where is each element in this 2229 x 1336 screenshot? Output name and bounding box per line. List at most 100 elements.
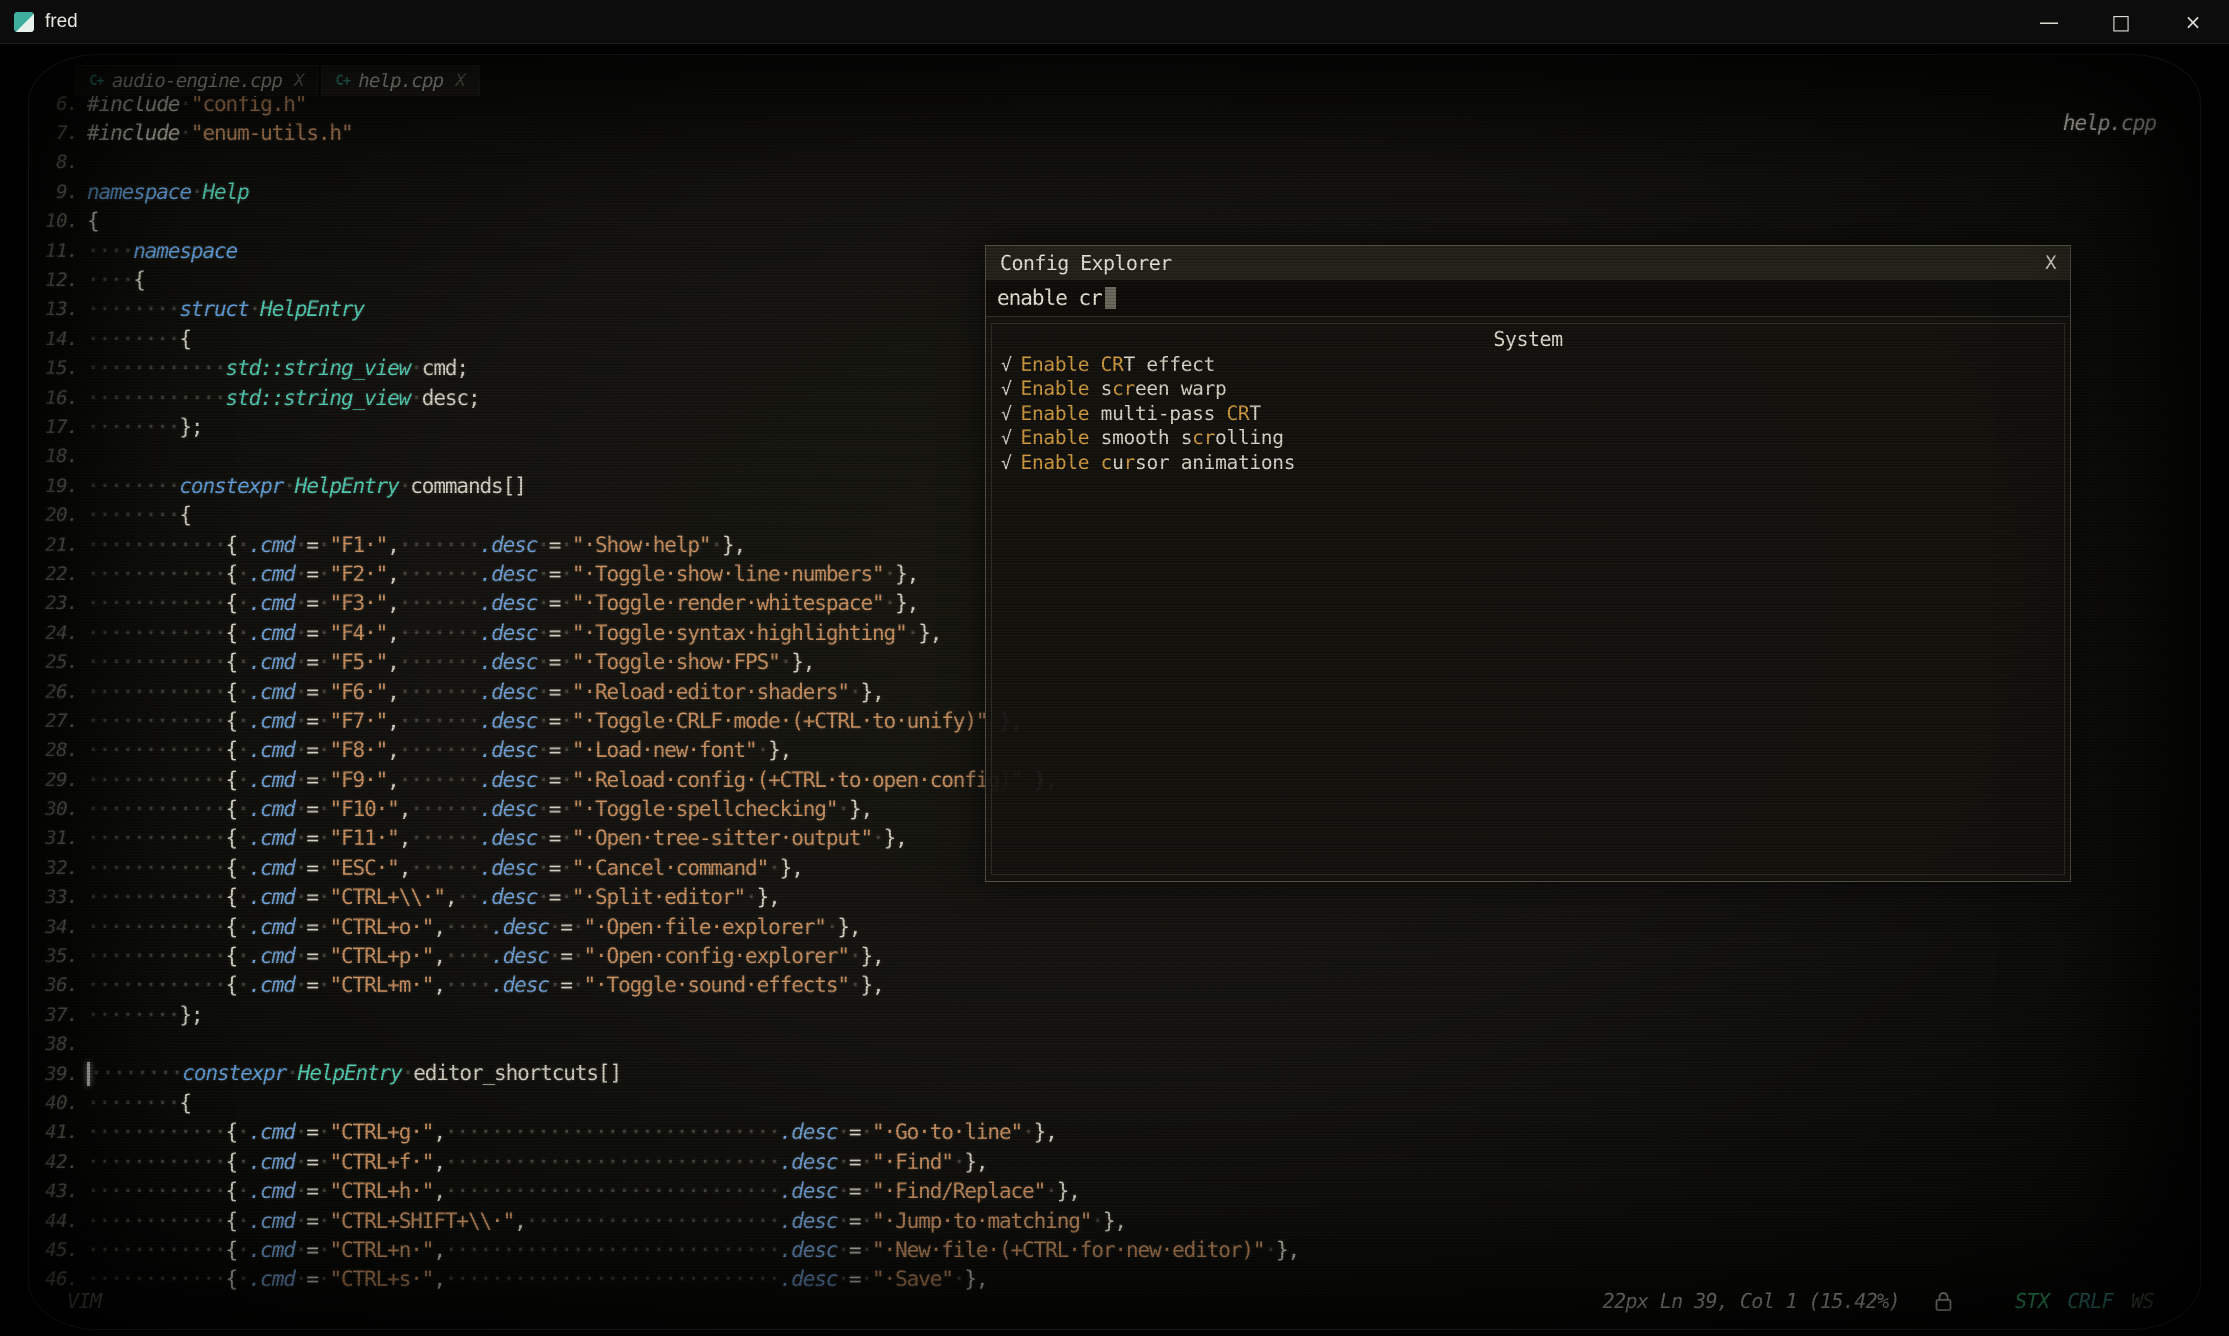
tab-help.cpp[interactable]: C+help.cppX	[321, 65, 479, 96]
code-token: ,	[387, 738, 399, 762]
code-token: "·Toggle·CRLF·mode·(+CTRL·to·unify)"	[572, 709, 988, 733]
code-token: .cmd	[249, 915, 295, 939]
tab-close-button[interactable]: X	[455, 71, 465, 91]
dialog-close-button[interactable]: X	[2045, 252, 2056, 274]
code-token: ·	[849, 973, 861, 997]
code-token: "·Show·help"	[572, 533, 711, 557]
code-token: .desc	[491, 915, 549, 939]
code-token: ····	[445, 973, 491, 997]
code-token: ·	[410, 356, 422, 380]
code-token: .desc	[480, 680, 538, 704]
code-token: ············	[87, 1150, 226, 1174]
code-token: ·	[560, 621, 572, 645]
close-button[interactable]: ×	[2157, 0, 2229, 44]
code-token: =	[549, 826, 561, 850]
tab-close-button[interactable]: X	[294, 71, 304, 91]
code-token: .desc	[491, 973, 549, 997]
code-token: ,	[433, 1120, 445, 1144]
code-token: },	[722, 533, 745, 557]
code-token: },	[964, 1150, 987, 1174]
code-token: "F11·"	[329, 826, 398, 850]
code-token: ·	[837, 1267, 849, 1291]
line-number: 21.	[39, 534, 87, 556]
code-token: =	[306, 1267, 318, 1291]
window-controls: — □ ×	[2013, 0, 2229, 44]
config-search-input[interactable]: enable cr	[986, 280, 2070, 317]
code-token: ,	[445, 885, 457, 909]
minimize-button[interactable]: —	[2013, 0, 2085, 44]
code-token: .desc	[491, 944, 549, 968]
tab-audio-engine.cpp[interactable]: C+audio-engine.cppX	[75, 65, 318, 96]
code-line-text: ········};	[87, 415, 202, 439]
option-text: s	[1089, 377, 1112, 400]
code-token: ·	[953, 1150, 965, 1174]
code-token: ·	[537, 680, 549, 704]
code-token: HelpEntry	[260, 297, 364, 321]
code-token: =	[549, 680, 561, 704]
code-token: .cmd	[249, 533, 295, 557]
code-token: "·Go·to·line"	[872, 1120, 1022, 1144]
config-option[interactable]: √Enable CRT effect	[992, 353, 2064, 377]
config-option[interactable]: √Enable multi-pass CRT	[992, 402, 2064, 426]
line-number: 7.	[39, 122, 87, 144]
code-token: "·Toggle·show·line·numbers"	[572, 562, 884, 586]
code-token: =	[306, 826, 318, 850]
code-token: "·Cancel·command"	[572, 856, 768, 880]
code-token: ·	[295, 1267, 307, 1291]
code-token: ·	[537, 768, 549, 792]
code-token: ,	[433, 1150, 445, 1174]
code-token: =	[306, 1150, 318, 1174]
code-token: ·	[768, 856, 780, 880]
code-token: =	[849, 1179, 861, 1203]
code-token: =	[306, 915, 318, 939]
code-token: ······	[410, 826, 479, 850]
code-token: "ESC·"	[329, 856, 398, 880]
code-token: ,	[433, 973, 445, 997]
code-token: .desc	[480, 856, 538, 880]
code-token: ,	[433, 1179, 445, 1203]
code-token: ·	[237, 944, 249, 968]
code-token: constexpr	[179, 474, 283, 498]
option-text: een warp	[1135, 377, 1227, 400]
config-option[interactable]: √Enable screen warp	[992, 377, 2064, 401]
code-line-text: ············{·.cmd·=·"CTRL+\\·",··.desc·…	[87, 885, 780, 909]
line-number: 39.	[39, 1063, 87, 1085]
code-token: "CTRL+o·"	[329, 915, 433, 939]
config-option[interactable]: √Enable cursor animations	[992, 451, 2064, 475]
code-line-text: ········constexpr·HelpEntry·commands[]	[87, 474, 526, 498]
code-token: ·	[318, 621, 330, 645]
code-token: },	[768, 738, 791, 762]
code-token: =	[306, 533, 318, 557]
vim-mode-indicator: VIM	[67, 1289, 101, 1313]
code-token: ··	[456, 885, 479, 909]
option-text: Enable	[1021, 353, 1090, 376]
option-text: Enable	[1021, 426, 1090, 449]
code-token: "·Find/Replace"	[872, 1179, 1045, 1203]
maximize-button[interactable]: □	[2085, 0, 2157, 44]
code-line-text: ············{·.cmd·=·"CTRL+SHIFT+\\·",··…	[87, 1209, 1126, 1233]
code-token: ·	[860, 1267, 872, 1291]
line-number: 33.	[39, 886, 87, 908]
cursor-position-info: 22px Ln 39, Col 1 (15.42%)	[1603, 1289, 1900, 1313]
code-token: },	[791, 650, 814, 674]
code-token: ·	[872, 826, 884, 850]
code-token: ·	[295, 533, 307, 557]
code-token: std::string_view	[226, 386, 411, 410]
code-token: ·	[549, 973, 561, 997]
code-token: },	[757, 885, 780, 909]
code-token: "CTRL+g·"	[329, 1120, 433, 1144]
code-token: ·	[537, 533, 549, 557]
config-option[interactable]: √Enable smooth scrolling	[992, 426, 2064, 450]
code-token: ·	[318, 1120, 330, 1144]
code-token: ·	[953, 1267, 965, 1291]
code-token: "CTRL+h·"	[329, 1179, 433, 1203]
code-token: ·	[537, 856, 549, 880]
code-token: constexpr	[182, 1061, 286, 1085]
code-token: ·	[283, 474, 295, 498]
code-token: "·Open·tree-sitter·output"	[572, 826, 872, 850]
code-line: 38.	[39, 1030, 1299, 1059]
code-token: ············	[87, 915, 226, 939]
code-token: ·	[295, 973, 307, 997]
code-token: {	[226, 768, 238, 792]
code-token: {	[226, 1267, 238, 1291]
